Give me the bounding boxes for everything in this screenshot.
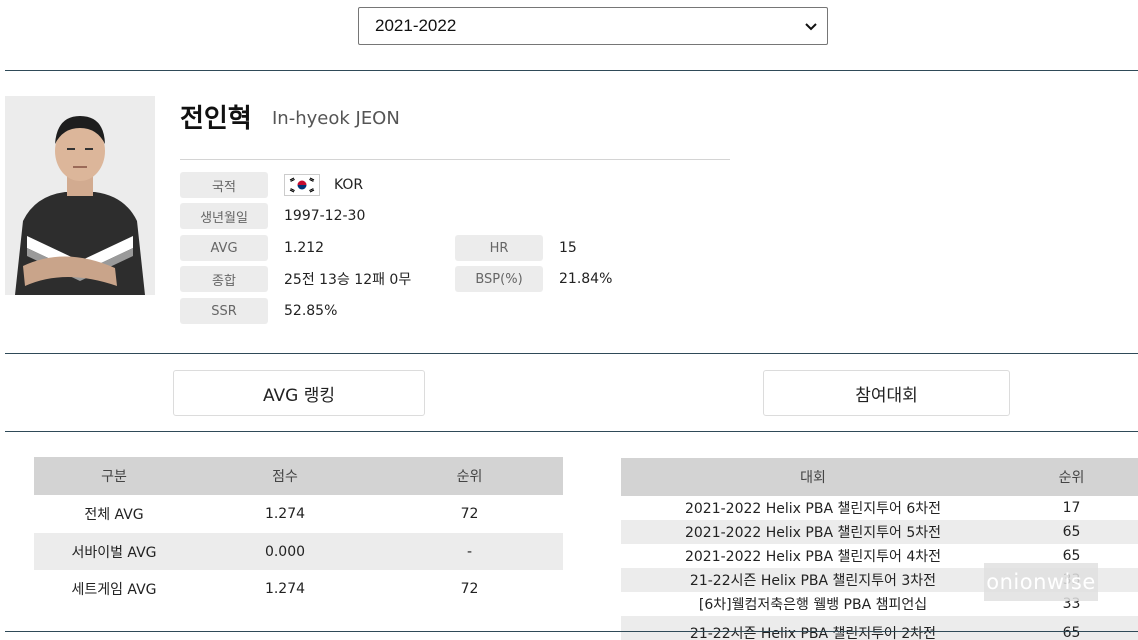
player-name-korean: 전인혁 [180, 104, 252, 134]
season-select[interactable]: 2021-2022 [358, 7, 828, 45]
avg-row-category: 서바이벌 AVG [71, 544, 157, 561]
avg-header-score: 점수 [272, 469, 298, 485]
avg-row-score: 1.274 [264, 506, 306, 522]
avg-row-score: 0.000 [264, 543, 306, 560]
player-name-english: In-hyeok JEON [272, 108, 400, 129]
tournament-name: 21-22시즌 Helix PBA 챌린지투어 2차전 [689, 626, 937, 640]
tab-avg-ranking[interactable]: AVG 랭킹 [173, 370, 425, 416]
tournament-rank: 65 [1062, 625, 1081, 640]
tournament-name: 2021-2022 Helix PBA 챌린지투어 4차전 [684, 549, 941, 565]
tab-tournaments[interactable]: 참여대회 [763, 370, 1010, 416]
name-divider [180, 159, 730, 160]
table-row: 서바이벌 AVG 0.000 - [34, 533, 563, 570]
divider-middle [5, 353, 1138, 354]
avg-table-header: 구분 점수 순위 [34, 457, 563, 495]
hr-value: 15 [559, 240, 577, 256]
tournament-header-name: 대회 [800, 470, 826, 486]
hr-label: HR [455, 235, 543, 261]
list-item[interactable]: 2021-2022 Helix PBA 챌린지투어 5차전 65 [621, 520, 1138, 544]
list-item[interactable]: 2021-2022 Helix PBA 챌린지투어 6차전 17 [621, 496, 1138, 520]
avg-header-category: 구분 [101, 469, 127, 485]
tournament-table-header: 대회 순위 [621, 458, 1138, 496]
avg-label: AVG [180, 235, 268, 261]
table-row: 세트게임 AVG 1.274 72 [34, 570, 563, 608]
avg-row-rank: 72 [460, 581, 479, 597]
avg-row-rank: - [466, 543, 473, 560]
player-photo [5, 96, 155, 295]
tournament-name: [6차]웰컴저축은행 웰뱅 PBA 챔피언십 [698, 597, 928, 613]
divider-tabs [5, 431, 1138, 432]
ssr-label: SSR [180, 298, 268, 324]
nationality-label: 국적 [180, 172, 268, 198]
tournament-name: 2021-2022 Helix PBA 챌린지투어 5차전 [684, 525, 941, 541]
avg-row-category: 세트게임 AVG [71, 582, 157, 598]
bsp-value: 21.84% [559, 271, 613, 287]
season-select-value: 2021-2022 [375, 16, 457, 35]
table-row: 전체 AVG 1.274 72 [34, 495, 563, 533]
divider-bottom [5, 631, 1138, 632]
avg-header-rank: 순위 [456, 469, 483, 485]
ssr-value: 52.85% [284, 303, 338, 319]
tournament-name: 21-22시즌 Helix PBA 챌린지투어 3차전 [689, 573, 937, 589]
record-label: 종합 [180, 266, 268, 292]
tournament-header-rank: 순위 [1058, 470, 1085, 486]
watermark: onionwise [984, 563, 1098, 601]
divider-top [5, 70, 1138, 71]
tournament-rank: 65 [1062, 524, 1081, 540]
avg-value: 1.212 [284, 240, 325, 256]
korea-flag-icon [284, 174, 320, 196]
avg-row-score: 1.274 [264, 581, 306, 597]
birth-value: 1997-12-30 [284, 208, 366, 224]
tournament-name: 2021-2022 Helix PBA 챌린지투어 6차전 [684, 501, 941, 517]
birth-label: 생년월일 [180, 203, 268, 229]
bsp-label: BSP(%) [455, 266, 543, 292]
tournament-rank: 17 [1062, 500, 1081, 516]
nationality-value: KOR [334, 177, 364, 193]
chevron-down-icon [805, 18, 817, 34]
avg-row-rank: 72 [460, 506, 479, 522]
list-item[interactable]: 21-22시즌 Helix PBA 챌린지투어 2차전 65 [621, 616, 1138, 640]
avg-row-category: 전체 AVG [84, 507, 144, 523]
record-value: 25전 13승 12패 0무 [284, 272, 412, 288]
